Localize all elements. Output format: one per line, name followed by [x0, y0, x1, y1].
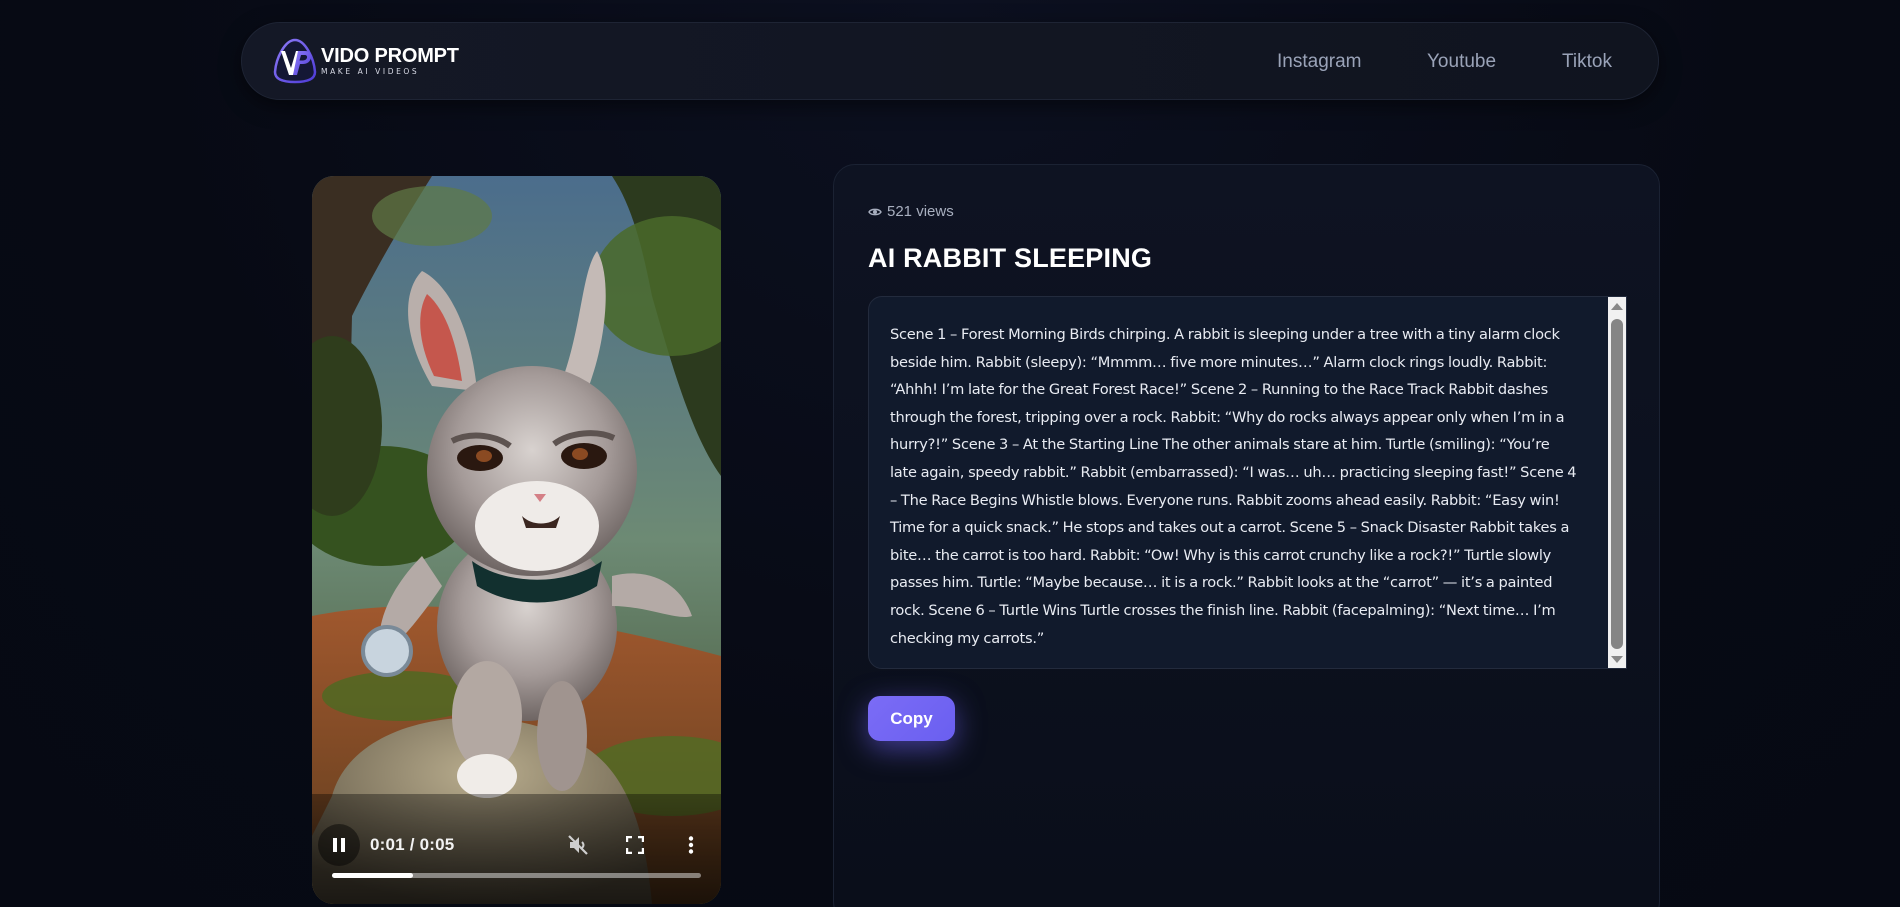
video-progress-fill — [332, 873, 414, 878]
views-count: 521 views — [868, 203, 954, 220]
more-options-button[interactable] — [679, 832, 703, 858]
prompt-textbox[interactable]: Scene 1 – Forest Morning Birds chirping.… — [868, 296, 1627, 669]
copy-button[interactable]: Copy — [868, 696, 955, 741]
logo-subtitle: MAKE AI VIDEOS — [321, 66, 420, 76]
logo-icon — [273, 38, 317, 84]
fullscreen-icon — [626, 836, 644, 854]
pause-icon — [333, 838, 345, 852]
fullscreen-button[interactable] — [622, 832, 648, 858]
nav-link-youtube[interactable]: Youtube — [1427, 51, 1496, 73]
nav-link-tiktok[interactable]: Tiktok — [1562, 51, 1612, 73]
navbar: VIDO PROMPT MAKE AI VIDEOS Instagram You… — [241, 22, 1659, 100]
mute-button[interactable] — [565, 832, 591, 858]
nav-link-instagram[interactable]: Instagram — [1277, 51, 1361, 73]
logo[interactable]: VIDO PROMPT MAKE AI VIDEOS — [272, 38, 459, 84]
page-title: AI RABBIT SLEEPING — [868, 243, 1153, 273]
pause-button[interactable] — [318, 824, 360, 866]
logo-title: VIDO PROMPT — [321, 44, 459, 67]
video-progress-bar[interactable] — [332, 873, 701, 878]
prompt-card: 521 views AI RABBIT SLEEPING Scene 1 – F… — [833, 164, 1660, 907]
scroll-thumb[interactable] — [1611, 319, 1623, 649]
video-time: 0:01 / 0:05 — [370, 835, 455, 854]
scroll-down-arrow-icon[interactable] — [1611, 656, 1623, 663]
views-label: 521 views — [887, 203, 954, 220]
prompt-text: Scene 1 – Forest Morning Birds chirping.… — [890, 326, 1577, 647]
scroll-up-arrow-icon[interactable] — [1611, 303, 1623, 310]
prompt-scrollbar[interactable] — [1608, 297, 1626, 668]
eye-icon — [868, 208, 882, 215]
mute-icon — [568, 835, 588, 855]
video-player[interactable]: 0:01 / 0:05 — [312, 176, 721, 904]
more-options-icon — [688, 836, 694, 854]
